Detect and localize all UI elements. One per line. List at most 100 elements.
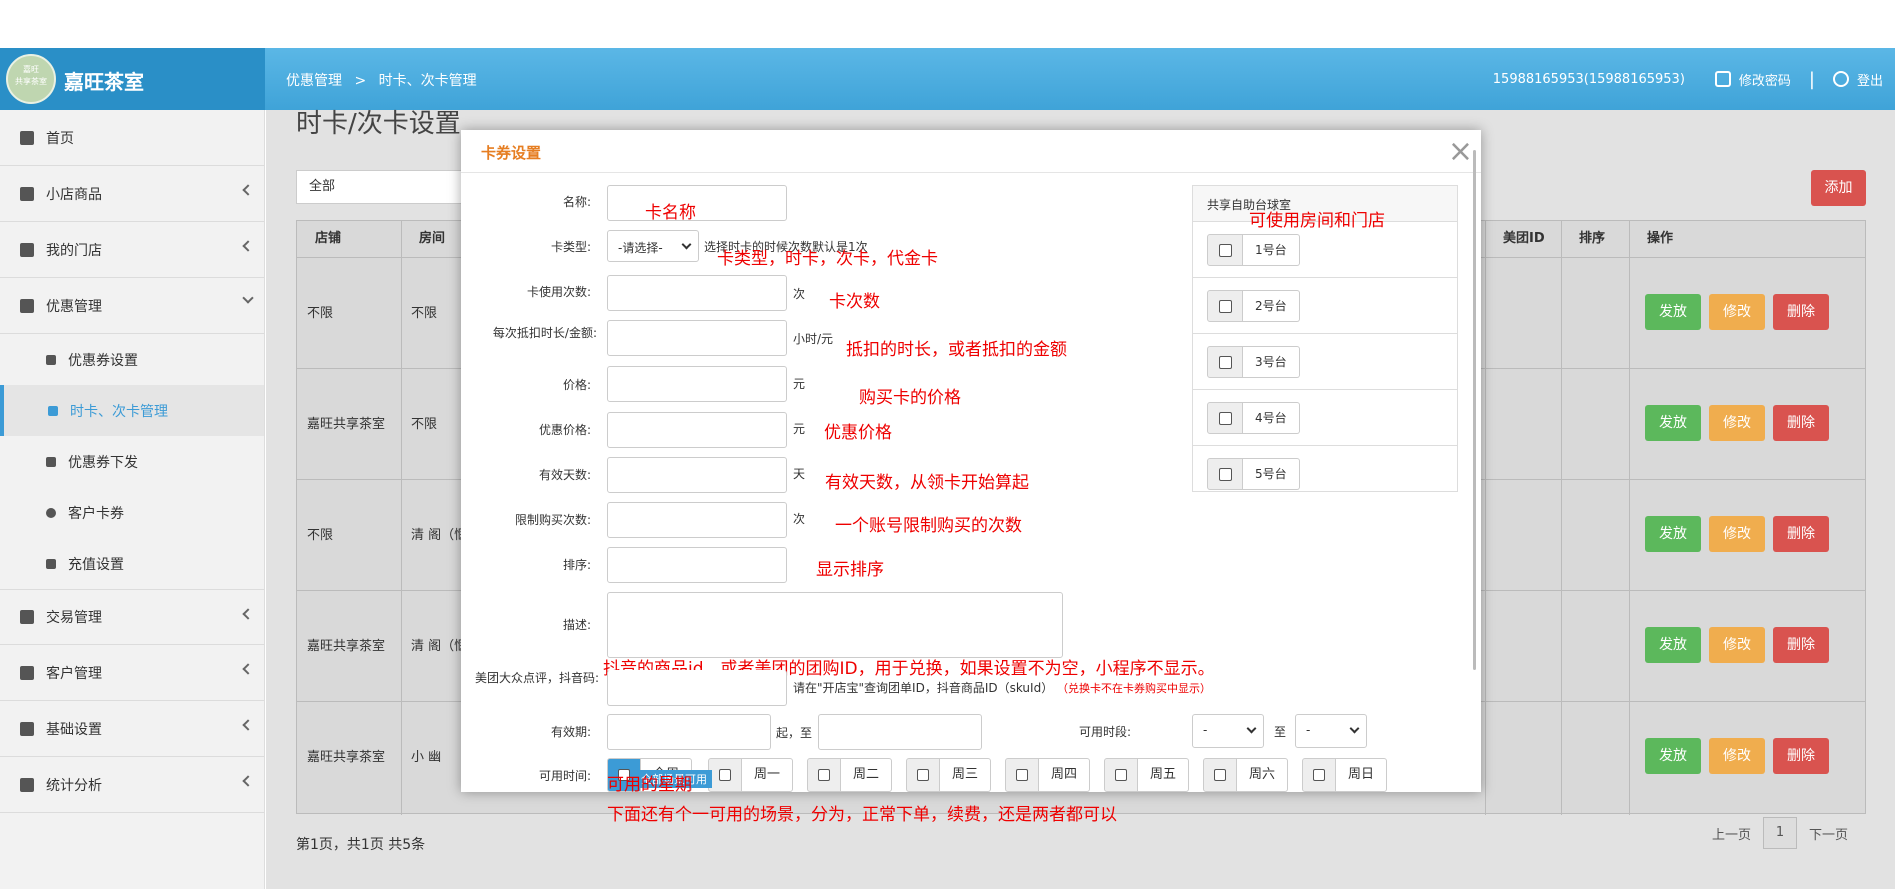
issue-button[interactable]: 发放 (1645, 294, 1701, 330)
chevron-left-icon (242, 608, 254, 620)
time-from-select[interactable]: - (1192, 714, 1264, 748)
delete-button[interactable]: 删除 (1773, 738, 1829, 774)
price-unit: 元 (793, 377, 806, 391)
edit-button[interactable]: 修改 (1709, 627, 1765, 663)
delete-button[interactable]: 删除 (1773, 627, 1829, 663)
weekday-sun[interactable]: 周日 (1302, 758, 1388, 792)
checkbox[interactable] (906, 758, 940, 792)
edit-button[interactable]: 修改 (1709, 738, 1765, 774)
sidebar-item-label: 优惠管理 (46, 298, 102, 315)
deduct-input[interactable] (607, 320, 787, 356)
discount-price-input[interactable] (607, 412, 787, 448)
delete-button[interactable]: 删除 (1773, 294, 1829, 330)
prev-page-button[interactable]: 上一页 (1712, 824, 1751, 843)
delete-button[interactable]: 删除 (1773, 405, 1829, 441)
sidebar-item-coupon-settings[interactable]: 优惠券设置 (0, 334, 264, 385)
annotation-price: 购买卡的价格 (859, 388, 961, 408)
sidebar-item-label: 客户卡券 (68, 505, 124, 522)
use-count-input[interactable] (607, 275, 787, 311)
sidebar-item-recharge-settings[interactable]: 充值设置 (0, 538, 264, 589)
issue-button[interactable]: 发放 (1645, 738, 1701, 774)
sidebar-item-customer-coupons[interactable]: 客户卡券 (0, 487, 264, 538)
breadcrumb: 优惠管理 > 时卡、次卡管理 (286, 70, 485, 90)
sidebar-item-my-stores[interactable]: 我的门店 (0, 222, 264, 278)
breadcrumb-current: 时卡、次卡管理 (378, 73, 477, 89)
description-textarea[interactable] (607, 592, 1063, 658)
validity-start-input[interactable] (607, 714, 771, 750)
issue-button[interactable]: 发放 (1645, 516, 1701, 552)
sidebar-item-basic-settings[interactable]: 基础设置 (0, 701, 264, 757)
time-to-select[interactable]: - (1295, 714, 1367, 748)
name-input[interactable] (607, 185, 787, 221)
sidebar-item-customers[interactable]: 客户管理 (0, 645, 264, 701)
checkbox[interactable] (1207, 402, 1243, 434)
table-option[interactable]: 3号台 (1193, 334, 1457, 390)
card-type-select[interactable]: -请选择- (607, 230, 699, 262)
weekday-wed[interactable]: 周三 (906, 758, 992, 792)
sort-input[interactable] (607, 547, 787, 583)
sidebar-item-card-management[interactable]: 时卡、次卡管理 (0, 385, 264, 436)
page-title: 时卡/次卡设置 (296, 109, 461, 139)
checkbox[interactable] (1207, 234, 1243, 266)
annotation-scene: 下面还有个一可用的场景，分为，正常下单，续费，还是两者都可以 (607, 805, 1117, 825)
sidebar-item-label: 优惠券下发 (68, 454, 138, 471)
meituan-code-input[interactable] (607, 670, 787, 706)
sidebar-item-statistics[interactable]: 统计分析 (0, 757, 264, 813)
chevron-left-icon (242, 663, 254, 675)
valid-days-input[interactable] (607, 457, 787, 493)
table-option[interactable]: 2号台 (1193, 278, 1457, 334)
deduct-unit: 小时/元 (793, 332, 834, 346)
logout-link[interactable]: 登出 (1857, 70, 1883, 89)
checkbox[interactable] (1207, 290, 1243, 322)
checkbox[interactable] (1207, 458, 1243, 490)
weekday-label: 周六 (1237, 758, 1289, 792)
checkbox[interactable] (708, 758, 742, 792)
checkbox[interactable] (1104, 758, 1138, 792)
checkbox[interactable] (1005, 758, 1039, 792)
use-count-label: 卡使用次数: (526, 285, 591, 299)
issue-button[interactable]: 发放 (1645, 405, 1701, 441)
page-number-button[interactable]: 1 (1763, 817, 1798, 849)
valid-days-unit: 天 (793, 467, 806, 481)
modal-scrollbar[interactable] (1473, 150, 1476, 670)
breadcrumb-item[interactable]: 优惠管理 (286, 73, 342, 89)
checkbox[interactable] (1203, 758, 1237, 792)
pagination: 上一页 1 下一页 (1712, 817, 1848, 849)
add-button[interactable]: 添加 (1811, 170, 1866, 206)
table-option[interactable]: 5号台 (1193, 446, 1457, 491)
sidebar-item-shop-products[interactable]: 小店商品 (0, 166, 264, 222)
next-page-button[interactable]: 下一页 (1809, 824, 1848, 843)
weekday-sat[interactable]: 周六 (1203, 758, 1289, 792)
change-password-link[interactable]: 修改密码 (1739, 70, 1791, 89)
close-icon[interactable]: × (1448, 134, 1473, 169)
validity-end-input[interactable] (818, 714, 982, 750)
meituan-hint-text: 请在"开店宝"查询团单ID，抖音商品ID（skuId） (793, 681, 1054, 695)
store-filter-select[interactable]: 全部 (296, 170, 476, 204)
home-icon (20, 130, 34, 145)
delete-button[interactable]: 删除 (1773, 516, 1829, 552)
room-cell: 不限 (411, 306, 438, 321)
sidebar-item-home[interactable]: 首页 (0, 110, 264, 166)
edit-button[interactable]: 修改 (1709, 294, 1765, 330)
sidebar-item-transactions[interactable]: 交易管理 (0, 589, 264, 645)
sidebar-item-coupon-issue[interactable]: 优惠券下发 (0, 436, 264, 487)
annotation-limit: 一个账号限制购买的次数 (835, 516, 1022, 536)
price-input[interactable] (607, 366, 787, 402)
edit-button[interactable]: 修改 (1709, 405, 1765, 441)
purchase-limit-input[interactable] (607, 502, 787, 538)
weekday-mon[interactable]: 周一 (708, 758, 794, 792)
lock-icon[interactable] (1714, 71, 1731, 87)
weekday-thu[interactable]: 周四 (1005, 758, 1091, 792)
power-icon[interactable] (1832, 71, 1849, 87)
edit-button[interactable]: 修改 (1709, 516, 1765, 552)
table-option[interactable]: 4号台 (1193, 390, 1457, 446)
checkbox[interactable] (1207, 346, 1243, 378)
sidebar-item-promotions[interactable]: 优惠管理 (0, 278, 264, 334)
weekday-tue[interactable]: 周二 (807, 758, 893, 792)
checkbox[interactable] (1302, 758, 1336, 792)
chevron-down-icon (681, 239, 692, 250)
table-option-label: 4号台 (1243, 402, 1300, 434)
issue-button[interactable]: 发放 (1645, 627, 1701, 663)
checkbox[interactable] (807, 758, 841, 792)
weekday-fri[interactable]: 周五 (1104, 758, 1190, 792)
